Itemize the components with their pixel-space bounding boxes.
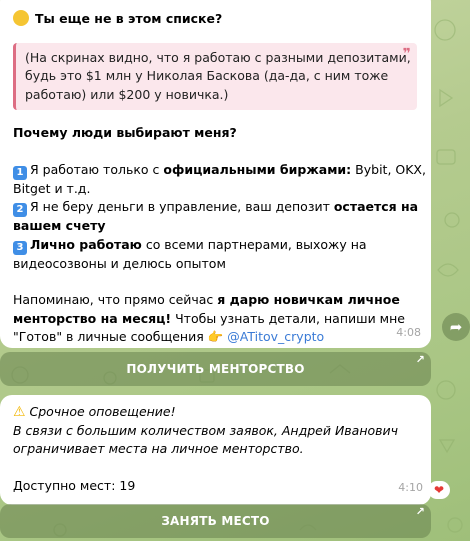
message-time: 4:10 xyxy=(398,480,423,494)
reason-1-cont: Bitget и т.д. xyxy=(13,180,91,196)
reason-3-cont: видеосозвоны и делюсь опытом xyxy=(13,255,226,271)
number-2-icon: 2 xyxy=(13,203,27,217)
cta-line-3: "Готов" в личные сообщения 👉 @ATitov_cry… xyxy=(13,329,325,344)
heart-reaction[interactable]: ❤ xyxy=(428,481,450,499)
flushed-face-icon xyxy=(13,10,29,26)
button-label: ЗАНЯТЬ МЕСТО xyxy=(161,514,270,528)
share-button[interactable]: ➦ xyxy=(442,313,470,341)
reason-3: 3 Лично работаю со всеми партнерами, выхо… xyxy=(13,236,417,255)
why-heading: Почему люди выбирают меня? xyxy=(13,125,237,140)
pointing-hand-icon: 👉 xyxy=(207,329,224,344)
alert-line: ограничивает места на личное менторство. xyxy=(13,441,304,456)
take-seat-button[interactable]: ЗАНЯТЬ МЕСТО ↗ xyxy=(0,504,431,538)
share-icon: ➦ xyxy=(449,318,463,336)
warning-icon: ⚠ xyxy=(13,404,26,420)
message-title: Ты еще не в этом списке? xyxy=(13,10,417,29)
message-time: 4:08 xyxy=(396,325,421,339)
quote-line: будь это $1 млн у Николая Баскова (да-да… xyxy=(25,68,389,83)
button-label: ПОЛУЧИТЬ МЕНТОРСТВО xyxy=(126,362,305,376)
get-mentorship-button[interactable]: ПОЛУЧИТЬ МЕНТОРСТВО ↗ xyxy=(0,352,431,386)
quote-line: (На скринах видно, что я работаю с разны… xyxy=(25,49,411,65)
reason-1: 1Я работаю только с официальными биржами… xyxy=(13,161,426,180)
quote-block: ❞ (На скринах видно, что я работаю с раз… xyxy=(13,42,417,110)
seats-available: Доступно мест: 19 xyxy=(13,477,136,493)
quote-line: работаю) или $200 у новичка.) xyxy=(25,86,229,102)
cta-line-2: менторство на месяц! Чтобы узнать детали… xyxy=(13,310,405,326)
cta-line-1: Напоминаю, что прямо сейчас я дарю нович… xyxy=(13,292,400,307)
message-bubble-mentorship: Ты еще не в этом списке? ❞ (На скринах в… xyxy=(0,0,431,348)
alert-title: ⚠ Срочное оповещение! xyxy=(13,404,176,420)
external-link-icon: ↗ xyxy=(415,505,425,518)
reason-2-cont: вашем счету xyxy=(13,218,106,233)
external-link-icon: ↗ xyxy=(415,353,425,366)
telegram-handle-link[interactable]: @ATitov_crypto xyxy=(227,329,324,344)
reason-2: 2Я не беру деньги в управление, ваш депо… xyxy=(13,198,418,217)
alert-line: В связи с большим количеством заявок, Ан… xyxy=(13,422,399,438)
heart-icon: ❤ xyxy=(433,483,445,497)
quote-mark-icon: ❞ xyxy=(402,45,411,62)
number-1-icon: 1 xyxy=(13,165,27,180)
number-3-icon: 3 xyxy=(13,240,27,255)
message-bubble-alert: ⚠ Срочное оповещение! В связи с большим к… xyxy=(0,395,431,505)
